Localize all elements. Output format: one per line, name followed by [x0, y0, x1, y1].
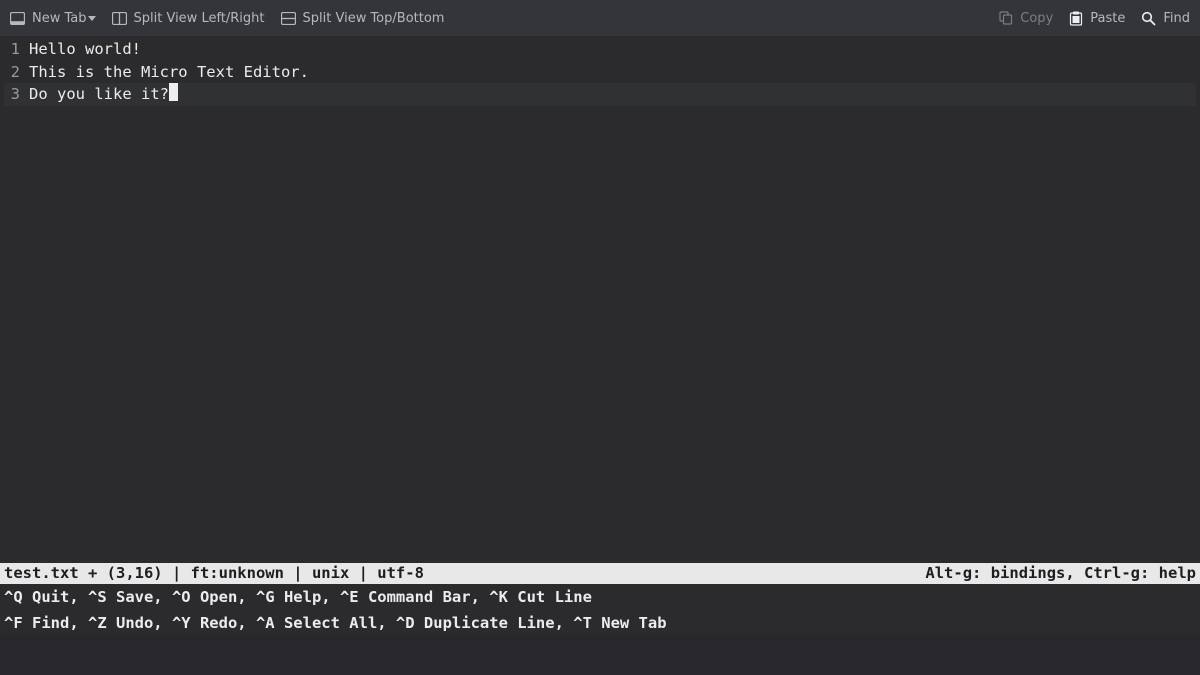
copy-label: Copy [1020, 11, 1053, 26]
paste-button[interactable]: Paste [1069, 11, 1125, 26]
toolbar: New Tab Split View Left/Right Split View… [0, 0, 1200, 36]
chevron-down-icon [88, 16, 96, 21]
split-horizontal-icon [281, 12, 296, 25]
editor-area[interactable]: 1 Hello world! 2 This is the Micro Text Edi… [0, 36, 1200, 106]
line-text: This is the Micro Text Editor. [29, 61, 309, 84]
paste-icon [1069, 11, 1083, 26]
split-lr-label: Split View Left/Right [134, 11, 265, 26]
copy-icon [999, 11, 1013, 25]
status-left: test.txt + (3,16) | ft:unknown | unix | … [4, 564, 424, 582]
copy-button[interactable]: Copy [999, 11, 1053, 26]
split-left-right-button[interactable]: Split View Left/Right [112, 11, 265, 26]
split-vertical-icon [112, 12, 127, 25]
editor-line[interactable]: 1 Hello world! [4, 38, 1196, 61]
search-icon [1141, 11, 1156, 26]
keybinding-row-1: ^Q Quit, ^S Save, ^O Open, ^G Help, ^E C… [0, 584, 1200, 610]
line-number: 1 [4, 38, 20, 61]
editor-line[interactable]: 3 Do you like it? [4, 83, 1196, 106]
new-tab-label: New Tab [32, 11, 87, 26]
line-text: Do you like it? [29, 83, 169, 106]
split-top-bottom-button[interactable]: Split View Top/Bottom [281, 11, 445, 26]
find-label: Find [1163, 11, 1190, 26]
cursor [169, 83, 178, 101]
new-tab-button[interactable]: New Tab [10, 11, 96, 26]
terminal-icon [10, 12, 25, 25]
keybinding-row-2: ^F Find, ^Z Undo, ^Y Redo, ^A Select All… [0, 610, 1200, 636]
status-bar: test.txt + (3,16) | ft:unknown | unix | … [0, 563, 1200, 584]
bottom-strip [0, 635, 1200, 675]
split-tb-label: Split View Top/Bottom [303, 11, 445, 26]
paste-label: Paste [1090, 11, 1125, 26]
find-button[interactable]: Find [1141, 11, 1190, 26]
editor-line[interactable]: 2 This is the Micro Text Editor. [4, 61, 1196, 84]
bottom-bars: test.txt + (3,16) | ft:unknown | unix | … [0, 563, 1200, 635]
status-right: Alt-g: bindings, Ctrl-g: help [925, 564, 1196, 582]
line-number: 3 [4, 83, 20, 106]
line-text: Hello world! [29, 38, 141, 61]
line-number: 2 [4, 61, 20, 84]
